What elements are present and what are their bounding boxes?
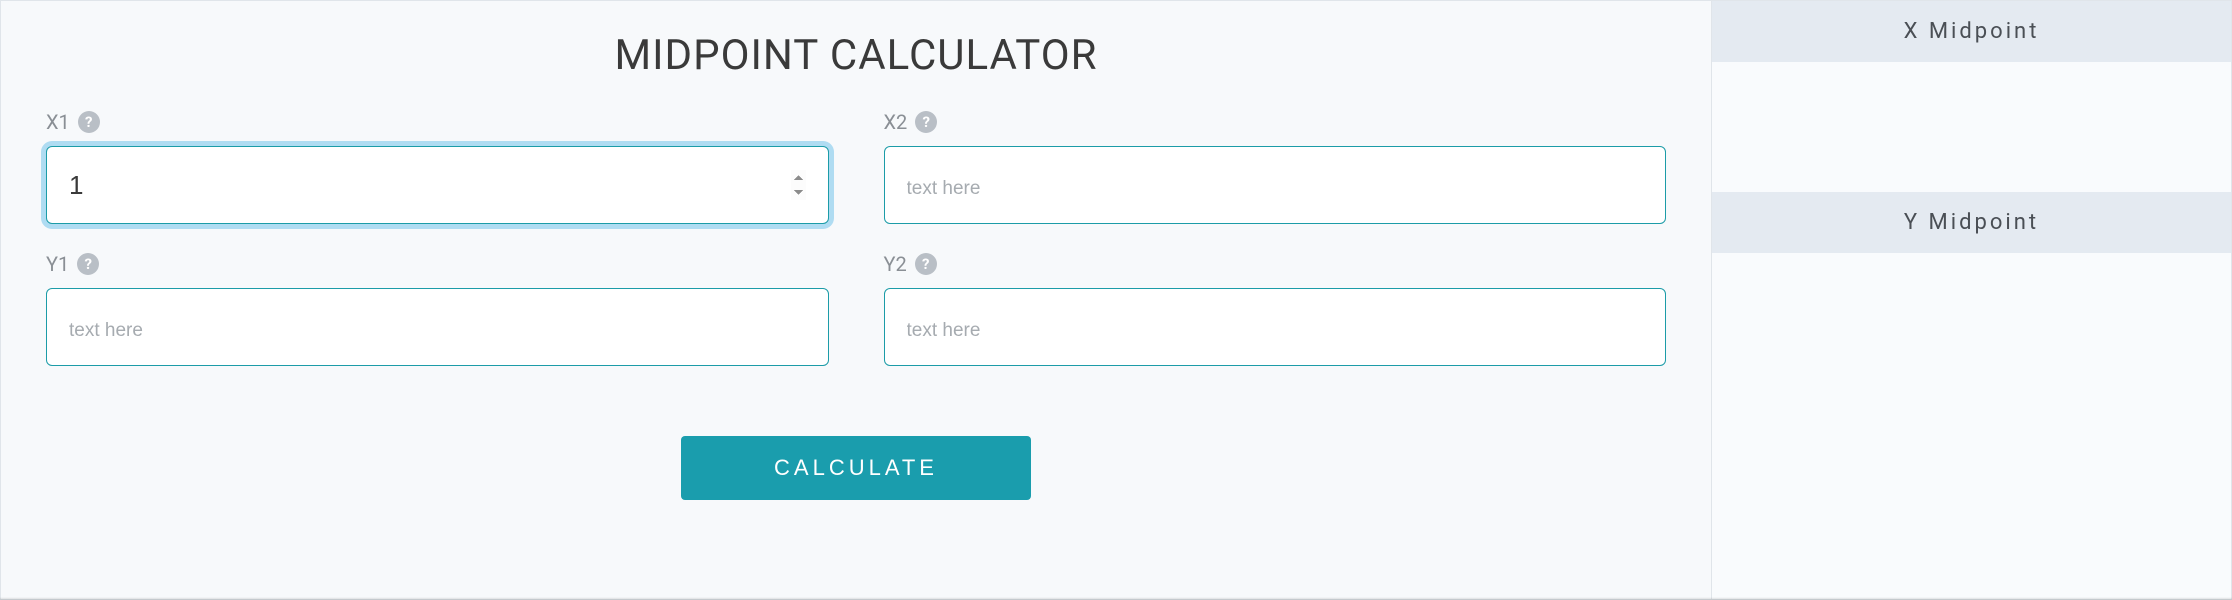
- x2-input[interactable]: [884, 146, 1667, 224]
- page-title: MIDPOINT CALCULATOR: [46, 31, 1666, 80]
- field-y2: Y2 ?: [884, 252, 1667, 366]
- app-wrapper: MIDPOINT CALCULATOR X1 ? X2 ? Y1: [0, 0, 2232, 600]
- calculate-row: CALCULATE: [46, 436, 1666, 500]
- field-x2: X2 ?: [884, 110, 1667, 224]
- field-y2-label: Y2: [884, 252, 907, 276]
- help-icon[interactable]: ?: [78, 111, 100, 133]
- y-midpoint-value: [1712, 253, 2231, 599]
- y1-input[interactable]: [46, 288, 829, 366]
- field-x1-label-row: X1 ?: [46, 110, 829, 134]
- y2-input[interactable]: [884, 288, 1667, 366]
- field-y1-label: Y1: [46, 252, 69, 276]
- field-y1-label-row: Y1 ?: [46, 252, 829, 276]
- results-panel: X Midpoint Y Midpoint: [1711, 1, 2231, 599]
- help-icon[interactable]: ?: [77, 253, 99, 275]
- main-panel: MIDPOINT CALCULATOR X1 ? X2 ? Y1: [1, 1, 1711, 599]
- field-x1-label: X1: [46, 110, 70, 134]
- input-grid: X1 ? X2 ? Y1 ?: [46, 110, 1666, 366]
- x1-input[interactable]: [46, 146, 829, 224]
- calculate-button[interactable]: CALCULATE: [681, 436, 1031, 500]
- x-midpoint-value: [1712, 62, 2231, 192]
- x-midpoint-header: X Midpoint: [1712, 1, 2231, 62]
- field-x2-label-row: X2 ?: [884, 110, 1667, 134]
- field-y1: Y1 ?: [46, 252, 829, 366]
- field-x1: X1 ?: [46, 110, 829, 224]
- y-midpoint-header: Y Midpoint: [1712, 192, 2231, 253]
- field-x2-label: X2: [884, 110, 908, 134]
- field-y2-label-row: Y2 ?: [884, 252, 1667, 276]
- help-icon[interactable]: ?: [915, 111, 937, 133]
- help-icon[interactable]: ?: [915, 253, 937, 275]
